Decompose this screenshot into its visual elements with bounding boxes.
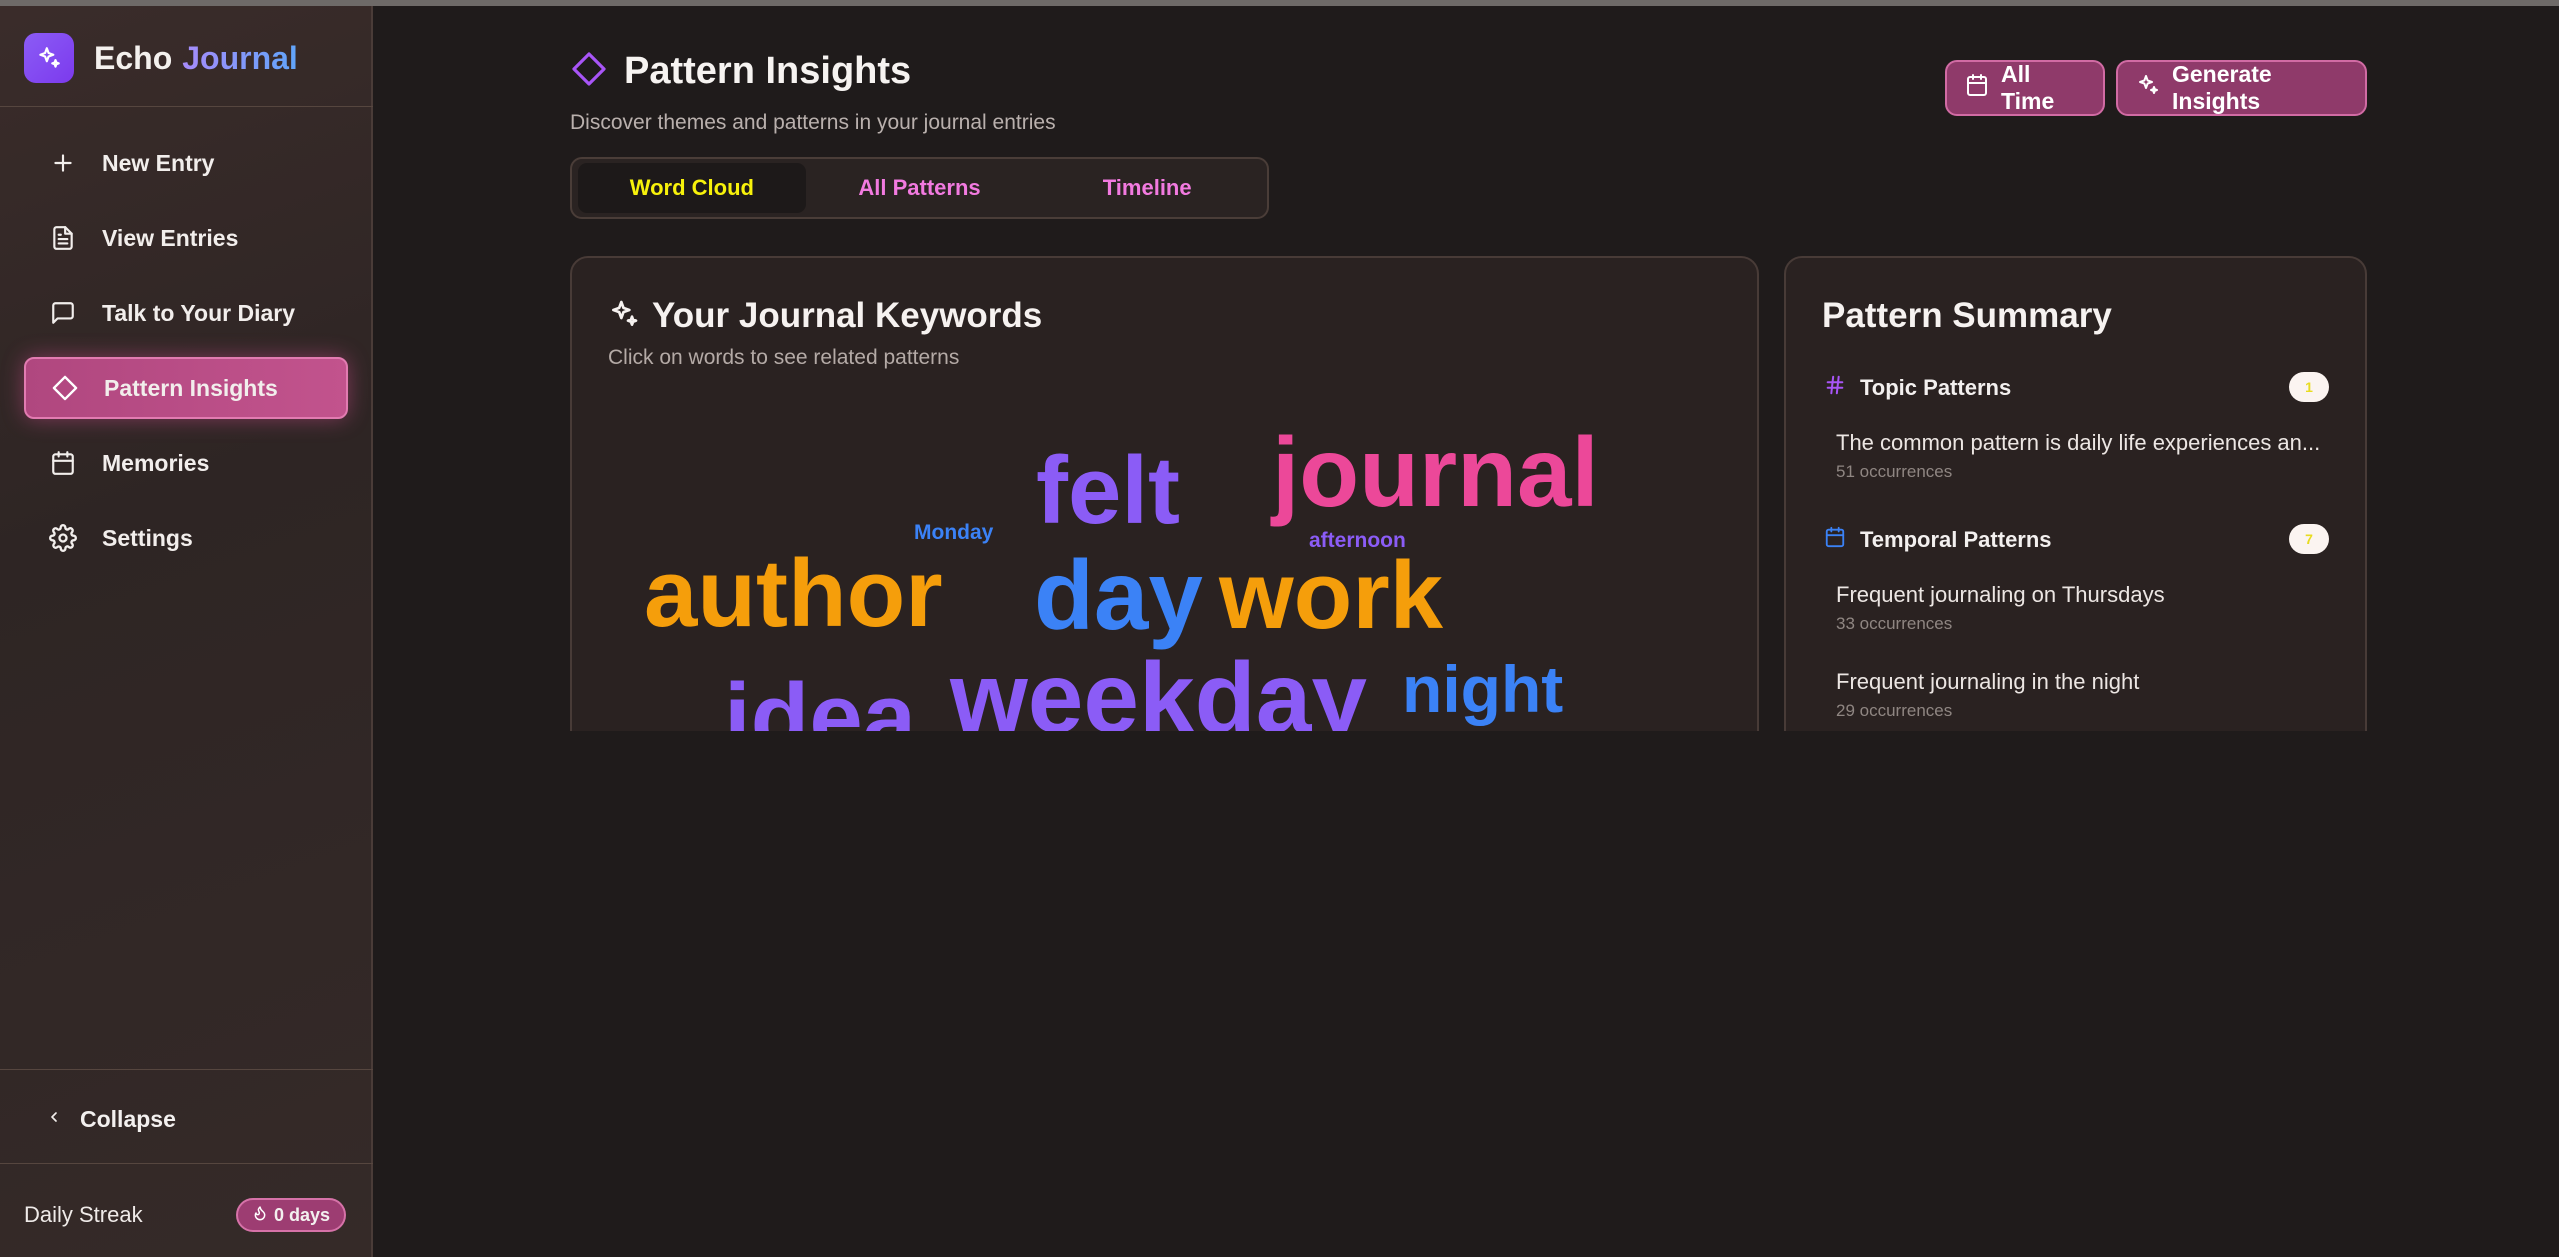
chevron-left-icon xyxy=(46,1106,66,1133)
pattern-count: 51 occurrences xyxy=(1836,462,1953,481)
pattern-text: Frequent journaling on Thursdays xyxy=(1836,582,2165,607)
word-felt[interactable]: felt xyxy=(1036,443,1180,539)
word-day[interactable]: day xyxy=(1034,546,1203,644)
pattern-summary-title: Pattern Summary xyxy=(1822,296,2112,335)
word-work[interactable]: work xyxy=(1219,548,1443,644)
word-author[interactable]: author xyxy=(644,546,943,642)
pattern-count: 33 occurrences xyxy=(1836,614,1953,633)
pattern-text: Frequent journaling in the night xyxy=(1836,669,2140,694)
pattern-summary-card: Pattern Summary Topic Patterns 1 The com… xyxy=(1784,256,2367,731)
page-title: Pattern Insights xyxy=(624,50,912,92)
page-header: Pattern Insights Discover themes and pat… xyxy=(570,50,1056,135)
time-range-button[interactable]: All Time xyxy=(1945,60,2105,116)
diamond-icon xyxy=(570,50,608,93)
temporal-patterns-label: Temporal Patterns xyxy=(1860,527,2052,552)
generate-insights-button[interactable]: Generate Insights xyxy=(2116,60,2367,116)
sparkles-icon xyxy=(2136,73,2160,103)
calendar-icon xyxy=(1824,526,1846,554)
temporal-patterns-count: 7 xyxy=(2289,524,2329,554)
sparkles-icon xyxy=(608,298,640,335)
topic-patterns-section[interactable]: Topic Patterns xyxy=(1824,374,2011,402)
word-idea[interactable]: idea xyxy=(724,670,916,732)
page-subtitle: Discover themes and patterns in your jou… xyxy=(570,111,1056,134)
divider xyxy=(0,1069,373,1070)
collapse-button[interactable]: Collapse xyxy=(46,1106,176,1133)
pattern-text: The common pattern is daily life experie… xyxy=(1836,430,2321,455)
hash-icon xyxy=(1824,374,1846,402)
temporal-patterns-section[interactable]: Temporal Patterns xyxy=(1824,526,2052,554)
calendar-icon xyxy=(1965,73,1989,103)
generate-insights-label: Generate Insights xyxy=(2172,61,2272,114)
collapse-label: Collapse xyxy=(80,1106,176,1132)
topic-patterns-label: Topic Patterns xyxy=(1860,375,2012,400)
word-journal[interactable]: journal xyxy=(1272,423,1599,521)
word-cloud-title: Your Journal Keywords xyxy=(652,296,1043,335)
divider xyxy=(0,1163,373,1164)
tab-word-cloud[interactable]: Word Cloud xyxy=(578,163,806,213)
topic-patterns-count: 1 xyxy=(2289,372,2329,402)
tab-all-patterns[interactable]: All Patterns xyxy=(806,163,1034,213)
list-item[interactable]: Frequent journaling on Thursdays 33 occu… xyxy=(1836,582,2165,634)
daily-streak-label: Daily Streak xyxy=(24,1202,143,1227)
list-item[interactable]: Frequent journaling in the night 29 occu… xyxy=(1836,669,2139,721)
list-item[interactable]: The common pattern is daily life experie… xyxy=(1836,430,2320,482)
content-viewport: Pattern Insights Discover themes and pat… xyxy=(0,0,2559,731)
word-cloud-subtitle: Click on words to see related patterns xyxy=(608,346,960,369)
word-cloud-card: Your Journal Keywords Click on words to … xyxy=(570,256,1759,731)
streak-value: 0 days xyxy=(274,1204,331,1225)
pattern-count: 29 occurrences xyxy=(1836,701,1953,720)
time-range-label: All Time xyxy=(2001,61,2055,114)
word-weekday[interactable]: weekday xyxy=(950,648,1367,731)
streak-badge: 0 days xyxy=(236,1198,347,1232)
flame-icon xyxy=(252,1204,268,1227)
tab-timeline[interactable]: Timeline xyxy=(1033,163,1261,213)
view-tabs: Word Cloud All Patterns Timeline xyxy=(570,157,1269,219)
word-night[interactable]: night xyxy=(1402,656,1563,722)
